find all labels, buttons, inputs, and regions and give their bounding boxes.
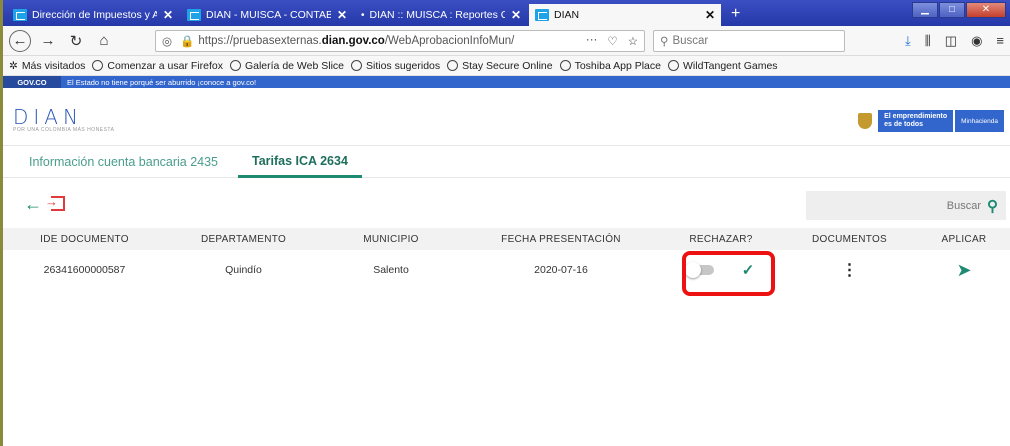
tab-close-icon[interactable]: ✕ [163, 8, 173, 22]
dian-favicon-icon [187, 9, 201, 21]
tab-cuenta-bancaria[interactable]: Información cuenta bancaria 2435 [19, 146, 228, 178]
tab-label: DIAN :: MUISCA : Reportes Con [369, 9, 505, 21]
library-icon[interactable]: ⫼ [925, 33, 931, 49]
minhacienda-logo: Minhacienda [955, 110, 1004, 132]
window-controls: ▁ □ ✕ [911, 2, 1006, 18]
bookmark-item[interactable]: WildTangent Games [668, 60, 778, 72]
site-header: DIAN POR UNA COLOMBIA MÁS HONESTA El emp… [3, 88, 1010, 146]
more-options-icon[interactable]: ⋮ [842, 262, 858, 279]
cell-municipio: Salento [373, 264, 409, 276]
home-icon[interactable]: ⌂ [93, 30, 115, 52]
globe-icon [351, 60, 362, 71]
column-header: APLICAR [941, 233, 987, 245]
minimize-icon[interactable]: ▁ [912, 2, 938, 18]
government-logos: El emprendimiento es de todos Minhacienda [858, 110, 1004, 132]
globe-icon [92, 60, 104, 71]
loading-dot-icon: • [361, 9, 365, 21]
window-close-icon[interactable]: ✕ [966, 2, 1006, 18]
globe-icon [229, 60, 241, 71]
gov-bar: GOV.CO El Estado no tiene porqué ser abu… [3, 76, 1010, 88]
cell-ide-documento: 26341600000587 [43, 264, 126, 276]
reload-icon[interactable]: ↻ [65, 30, 87, 52]
url-bar[interactable]: ◎ 🔒 https://pruebasexternas.dian.gov.co/… [155, 30, 645, 52]
new-tab-button[interactable]: + [723, 5, 748, 26]
url-text: https://pruebasexternas.dian.gov.co/WebA… [198, 35, 515, 47]
globe-icon [668, 60, 679, 71]
bookmarks-bar: ✲ Más visitados Comenzar a usar Firefox G… [3, 56, 1010, 76]
documents-table: IDE DOCUMENTO DEPARTAMENTO MUNICIPIO FEC… [3, 228, 1010, 290]
browser-window: Dirección de Impuestos y Adua ✕ DIAN - M… [0, 0, 1010, 446]
search-icon[interactable]: ⚲ [987, 197, 998, 215]
forward-icon[interactable]: → [37, 30, 59, 52]
tab-close-icon[interactable]: ✕ [705, 8, 715, 22]
govco-logo[interactable]: GOV.CO [3, 76, 61, 88]
maximize-icon[interactable]: □ [939, 2, 965, 18]
back-icon[interactable]: ← [9, 29, 31, 52]
lock-icon: 🔒 [180, 36, 195, 48]
table-toolbar: ← Buscar ⚲ [3, 190, 1010, 222]
search-icon: ⚲ [660, 36, 669, 48]
tab-label: Dirección de Impuestos y Adua [32, 9, 157, 21]
app-tabs: Información cuenta bancaria 2435 Tarifas… [3, 146, 1010, 178]
column-header: FECHA PRESENTACIÓN [501, 233, 621, 245]
table-header: IDE DOCUMENTO DEPARTAMENTO MUNICIPIO FEC… [3, 228, 1010, 250]
highlight-annotation [682, 251, 775, 296]
download-icon[interactable]: ⤓ [905, 33, 911, 49]
browser-tab-2[interactable]: DIAN - MUISCA - CONTABILID ✕ [181, 4, 353, 26]
page-actions-icon[interactable]: ··· [586, 34, 598, 48]
globe-icon [559, 60, 571, 71]
coat-of-arms-icon [858, 113, 873, 129]
tab-close-icon[interactable]: ✕ [337, 8, 347, 22]
tab-label: DIAN [554, 9, 580, 21]
bookmark-item[interactable]: Stay Secure Online [447, 60, 553, 72]
exit-icon[interactable] [45, 194, 65, 211]
dian-favicon-icon [535, 9, 549, 21]
bookmark-item[interactable]: Galería de Web Slice [229, 60, 344, 72]
account-icon[interactable]: ◉ [971, 33, 982, 49]
cell-departamento: Quindío [225, 264, 262, 276]
gear-icon: ✲ [9, 59, 18, 72]
column-header: RECHAZAR? [689, 233, 753, 245]
browser-tab-1[interactable]: Dirección de Impuestos y Adua ✕ [7, 4, 179, 26]
menu-icon[interactable]: ≡ [996, 33, 1004, 49]
column-header: MUNICIPIO [363, 233, 419, 245]
tab-label: DIAN - MUISCA - CONTABILID [206, 9, 331, 21]
cell-documentos: ⋮ [781, 260, 918, 280]
bookmark-item[interactable]: Sitios sugeridos [351, 60, 440, 72]
bookmark-item[interactable]: Comenzar a usar Firefox [92, 60, 223, 72]
column-header: DEPARTAMENTO [200, 233, 287, 245]
bookmark-item[interactable]: Toshiba App Place [559, 60, 661, 72]
toolbar-icons: ⤓ ⫼ ◫ ◉ ≡ [905, 33, 1004, 49]
tab-tarifas-ica[interactable]: Tarifas ICA 2634 [238, 146, 362, 178]
dian-logo[interactable]: DIAN POR UNA COLOMBIA MÁS HONESTA [13, 107, 114, 133]
shield-icon: ◎ [162, 36, 173, 48]
browser-search-input[interactable]: ⚲ Buscar [653, 30, 845, 52]
cell-fecha: 2020-07-16 [534, 264, 588, 276]
cell-aplicar: ➤ [918, 260, 1010, 281]
pocket-icon[interactable]: ♡ [607, 34, 617, 48]
back-arrow-icon[interactable]: ← [24, 194, 42, 215]
dian-favicon-icon [13, 9, 27, 21]
bookmark-most-visited[interactable]: ✲ Más visitados [9, 60, 85, 72]
search-input[interactable]: Buscar ⚲ [806, 191, 1006, 220]
table-row: 26341600000587 Quindío Salento 2020-07-1… [3, 250, 1010, 290]
tab-strip: Dirección de Impuestos y Adua ✕ DIAN - M… [3, 0, 1010, 26]
bookmark-star-icon[interactable]: ☆ [628, 34, 638, 48]
nav-bar: ← → ↻ ⌂ ◎ 🔒 https://pruebasexternas.dian… [3, 26, 1010, 56]
send-icon[interactable]: ➤ [956, 260, 971, 280]
tab-close-icon[interactable]: ✕ [511, 8, 521, 22]
emprendimiento-badge: El emprendimiento es de todos [878, 110, 954, 132]
globe-icon [447, 60, 459, 71]
column-header: DOCUMENTOS [811, 233, 888, 245]
column-header: IDE DOCUMENTO [40, 233, 129, 245]
sidebar-icon[interactable]: ◫ [945, 33, 957, 49]
browser-tab-4[interactable]: DIAN ✕ [529, 4, 721, 26]
browser-tab-3[interactable]: • DIAN :: MUISCA : Reportes Con ✕ [355, 4, 527, 26]
gov-message[interactable]: El Estado no tiene porqué ser aburrido ¡… [67, 78, 256, 87]
